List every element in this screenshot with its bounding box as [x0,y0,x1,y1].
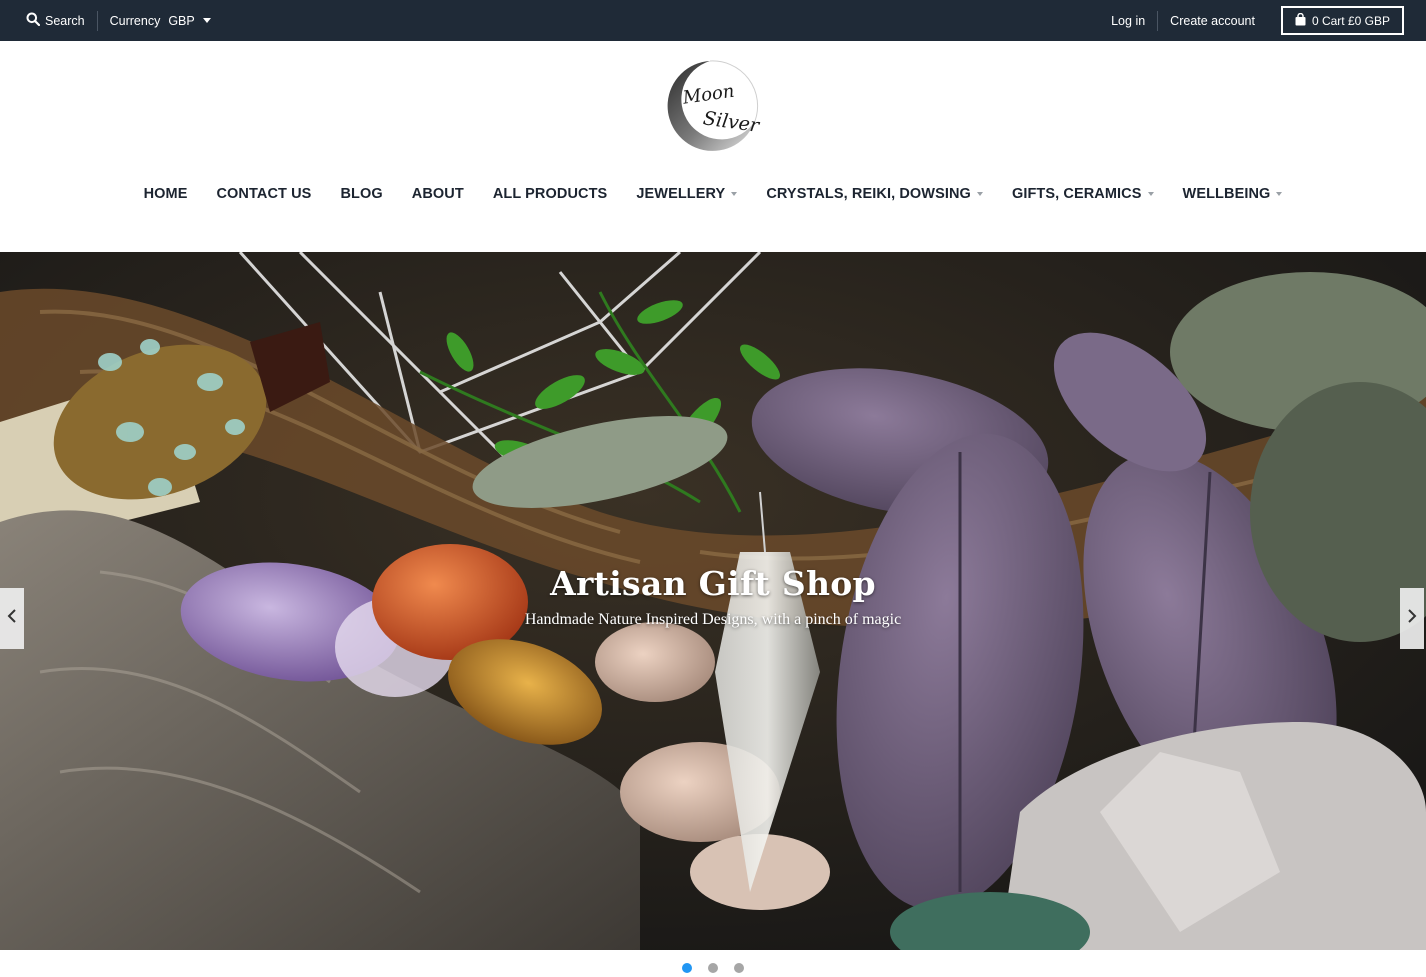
hero-caption: Artisan Gift Shop Handmade Nature Inspir… [0,564,1426,629]
create-account-link[interactable]: Create account [1170,14,1255,28]
nav-item-home[interactable]: HOME [144,182,188,206]
search-icon [26,12,41,29]
slide-dot-1[interactable] [682,963,692,973]
cart-label: 0 Cart £0 GBP [1311,13,1390,28]
nav-item-label: CONTACT US [216,186,312,202]
nav-item-label: ALL PRODUCTS [492,186,608,202]
divider [96,10,98,31]
nav-item-label: WELLBEING [1182,186,1271,202]
nav-item-gifts-ceramics[interactable]: GIFTS, CERAMICS [1012,182,1154,206]
hero-slideshow: Artisan Gift Shop Handmade Nature Inspir… [0,252,1426,950]
login-link[interactable]: Log in [1111,14,1145,28]
nav-item-crystals-reiki-dowsing[interactable]: CRYSTALS, REIKI, DOWSING [766,182,983,206]
top-bar: Search Currency GBP Log in Create accoun… [0,0,1426,41]
logo-line-1: Moon [681,81,736,109]
nav-item-contact-us[interactable]: CONTACT US [216,182,311,206]
currency-value: GBP [168,13,195,28]
chevron-down-icon [202,18,211,23]
top-bar-right: Log in Create account 0 Cart £0 GBP [1111,0,1404,41]
search-link[interactable]: Search [26,12,85,29]
nav-item-wellbeing[interactable]: WELLBEING [1183,182,1283,206]
divider [1157,10,1159,31]
nav-item-blog[interactable]: BLOG [340,182,382,206]
nav-item-all-products[interactable]: ALL PRODUCTS [493,182,608,206]
shopping-bag-icon [1295,12,1306,29]
main-nav: HOME CONTACT US BLOG ABOUT ALL PRODUCTS … [0,182,1426,206]
chevron-left-icon [7,608,17,629]
slide-pagination [0,963,1426,973]
site-logo[interactable]: Moon Silver [663,59,763,154]
nav-item-label: ABOUT [411,186,464,202]
nav-item-label: GIFTS, CERAMICS [1011,186,1142,202]
next-slide-button[interactable] [1400,588,1424,649]
chevron-down-icon [1147,192,1154,196]
search-label: Search [45,13,85,28]
nav-item-label: HOME [143,186,188,202]
chevron-down-icon [1276,192,1283,196]
logo-line-2: Silver [702,107,763,137]
nav-item-label: BLOG [340,186,383,202]
chevron-down-icon [731,192,738,196]
top-bar-left: Search Currency GBP [26,0,211,41]
chevron-right-icon [1407,608,1417,629]
currency-select[interactable]: GBP [168,13,211,28]
nav-item-label: JEWELLERY [636,186,726,202]
hero-subtitle: Handmade Nature Inspired Designs, with a… [524,611,902,628]
hero-title: Artisan Gift Shop [550,564,876,603]
chevron-down-icon [976,192,983,196]
slide-dot-3[interactable] [734,963,744,973]
previous-slide-button[interactable] [0,588,24,649]
nav-item-label: CRYSTALS, REIKI, DOWSING [766,186,971,202]
nav-item-about[interactable]: ABOUT [412,182,464,206]
currency-label: Currency [109,13,161,28]
nav-item-jewellery[interactable]: JEWELLERY [636,182,738,206]
cart-button[interactable]: 0 Cart £0 GBP [1280,6,1404,35]
slide-dot-2[interactable] [708,963,718,973]
